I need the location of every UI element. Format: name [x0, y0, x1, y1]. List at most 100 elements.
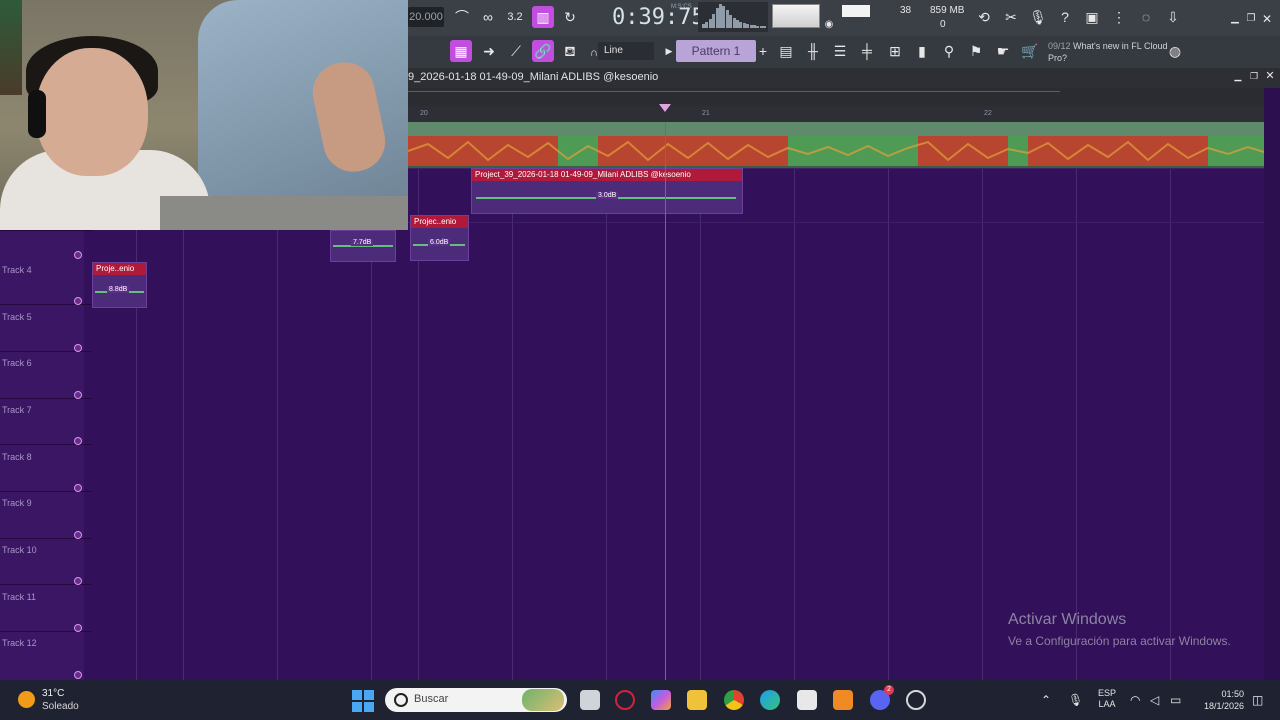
arrow-right-icon[interactable]: ➜	[478, 40, 500, 62]
save-icon[interactable]: ▣	[1081, 6, 1103, 28]
vertical-scrollbar[interactable]	[1264, 88, 1280, 680]
ruler-bar-20: 20	[420, 110, 428, 117]
activate-windows-title: Activar Windows	[1008, 611, 1127, 628]
clock-time: 01:50	[1221, 689, 1244, 699]
link-icon[interactable]: 🔗	[532, 40, 554, 62]
clip-title[interactable]: Proje..enio	[93, 263, 146, 275]
track-label-7[interactable]: Track 7	[2, 405, 32, 415]
master-volume-slider[interactable]	[772, 4, 820, 28]
step-edit-icon[interactable]: ▥	[532, 6, 554, 28]
snap-icon[interactable]: ⟋	[505, 40, 527, 62]
timeline-ruler[interactable]	[408, 106, 1280, 122]
audio-clip[interactable]: Project_39_2026-01-18 01-49-09_Milani AD…	[471, 168, 743, 214]
windows-start-icon[interactable]	[352, 690, 374, 712]
snap-mode-select[interactable]: Line	[598, 42, 654, 60]
playlist-minimize-icon[interactable]: ▁	[1230, 68, 1246, 84]
audio-clip[interactable]: Projec..enio 6.0dB	[410, 215, 469, 261]
track-mute-dot[interactable]	[74, 437, 82, 445]
cut-icon[interactable]: ✂	[1000, 6, 1022, 28]
download-icon[interactable]: ⇩	[1162, 6, 1184, 28]
track-mute-dot[interactable]	[74, 251, 82, 259]
playlist-scrollbar[interactable]	[408, 88, 1280, 106]
audio-clip[interactable]: Proje..enio 8.8dB	[92, 262, 147, 308]
language-indicator[interactable]: ESP LAA	[1098, 688, 1116, 710]
audio-clip[interactable]: 7.7dB	[330, 230, 396, 262]
sun-icon[interactable]	[18, 691, 35, 708]
clip-title[interactable]: Project_39_2026-01-18 01-49-09_Milani AD…	[472, 169, 742, 181]
pitch-knob-icon[interactable]: ◉	[818, 14, 840, 36]
playlist-close-icon[interactable]: ✕	[1262, 68, 1278, 84]
add-pattern-icon[interactable]: +	[752, 40, 774, 62]
track-label-12[interactable]: Track 12	[2, 638, 37, 648]
record-wait-icon[interactable]: ∞	[477, 6, 499, 28]
store-icon[interactable]	[797, 690, 817, 710]
notification-icon[interactable]: ◫	[1252, 693, 1263, 707]
track-mute-dot[interactable]	[74, 484, 82, 492]
loop-record-icon[interactable]: ↻	[559, 6, 581, 28]
microphone-tray-icon[interactable]: 🎙	[1068, 693, 1083, 707]
memory-usage: 859 MB	[930, 5, 965, 16]
playlist-restore-icon[interactable]: ❐	[1246, 68, 1262, 84]
pattern-selector[interactable]: Pattern 1	[676, 40, 756, 62]
track-label-9[interactable]: Track 9	[2, 498, 32, 508]
discord-badge: 2	[884, 685, 894, 695]
task-view-icon[interactable]	[580, 690, 600, 710]
copilot-icon[interactable]	[651, 690, 671, 710]
eq-icon[interactable]: ╪	[856, 40, 878, 62]
stamp-icon[interactable]: ⛾	[559, 40, 581, 62]
weather-description[interactable]: Soleado	[42, 701, 79, 712]
news-date: 09/12	[1048, 41, 1071, 51]
plugin-icon[interactable]: ⚲	[938, 40, 960, 62]
track-mute-dot[interactable]	[74, 297, 82, 305]
news-panel[interactable]: 09/12 What's new in FL Cloud Pro?	[1048, 40, 1168, 64]
close-icon[interactable]: ✕	[1256, 8, 1278, 30]
performance-icon[interactable]: ⚑	[965, 40, 987, 62]
track-mute-dot[interactable]	[74, 624, 82, 632]
cart-icon[interactable]: 🛒	[1019, 40, 1041, 62]
track-label-4[interactable]: Track 4	[2, 265, 32, 275]
track-mute-dot[interactable]	[74, 531, 82, 539]
chat-icon[interactable]: ◌	[1135, 6, 1157, 28]
browser-icon[interactable]: ⊞	[884, 40, 906, 62]
track-label-11[interactable]: Track 11	[2, 592, 36, 602]
edge-icon[interactable]	[760, 690, 780, 710]
activate-windows-subtitle: Ve a Configuración para activar Windows.	[1008, 634, 1231, 648]
help-icon[interactable]: ?	[1054, 6, 1076, 28]
track-mute-dot[interactable]	[74, 391, 82, 399]
app-red-icon[interactable]	[615, 690, 635, 710]
playlist-icon[interactable]: ▦	[450, 40, 472, 62]
search-highlight-image	[522, 689, 564, 711]
chevron-up-icon[interactable]: ⌃	[1041, 693, 1051, 707]
file-icon[interactable]: ▮	[911, 40, 933, 62]
track-label-5[interactable]: Track 5	[2, 312, 32, 322]
weather-temperature[interactable]: 31°C	[42, 688, 64, 699]
tempo-display[interactable]: 20.000	[408, 7, 444, 27]
wifi-icon[interactable]: ◠	[1130, 693, 1140, 707]
file-explorer-icon[interactable]	[687, 690, 707, 710]
time-unit-label: M:S:CS	[671, 4, 692, 10]
track-label-10[interactable]: Track 10	[2, 545, 37, 555]
mixer-view-icon[interactable]: ☰	[829, 40, 851, 62]
mixer-icon[interactable]: ⋮	[1108, 6, 1130, 28]
battery-icon[interactable]: ▭	[1170, 693, 1181, 707]
track-mute-dot[interactable]	[74, 671, 82, 679]
fl-studio-icon[interactable]	[833, 690, 853, 710]
microphone-icon[interactable]: 🎙	[1027, 6, 1049, 28]
piano-roll-icon[interactable]: ╫	[802, 40, 824, 62]
countdown-icon[interactable]: 3.2	[504, 6, 526, 28]
track-label-8[interactable]: Track 8	[2, 452, 32, 462]
globe-icon[interactable]: ◍	[1164, 40, 1186, 62]
metronome-icon[interactable]: ⌒	[451, 6, 473, 28]
playhead-marker[interactable]	[659, 104, 671, 112]
clock[interactable]: 01:50 18/1/2026	[1192, 688, 1244, 712]
volume-icon[interactable]: ◁	[1150, 693, 1159, 707]
touch-icon[interactable]: ☛	[992, 40, 1014, 62]
obs-icon[interactable]	[906, 690, 926, 710]
clip-title[interactable]: Projec..enio	[411, 216, 468, 228]
track-mute-dot[interactable]	[74, 577, 82, 585]
undo-icon[interactable]: ⟲	[973, 6, 995, 28]
track-mute-dot[interactable]	[74, 344, 82, 352]
chrome-icon[interactable]	[724, 690, 744, 710]
track-label-6[interactable]: Track 6	[2, 358, 32, 368]
channel-rack-icon[interactable]: ▤	[775, 40, 797, 62]
